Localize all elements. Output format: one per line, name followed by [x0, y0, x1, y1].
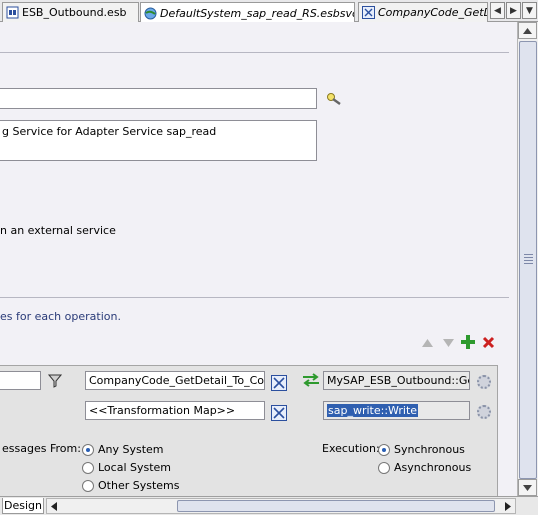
filter-expression-field[interactable] [0, 371, 41, 390]
other-systems-label: Other Systems [98, 479, 180, 492]
description-field[interactable]: g Service for Adapter Service sap_read [0, 120, 317, 161]
chevron-up-icon [523, 27, 532, 34]
tab-scroll-right-button[interactable]: ▶ [506, 2, 521, 19]
other-systems-radio[interactable] [82, 480, 94, 492]
execution-label: Execution: [322, 442, 380, 455]
tab-default-system-routing[interactable]: DefaultSystem_sap_read_RS.esbsvc [140, 2, 355, 23]
chevron-right-icon [505, 501, 511, 511]
chevron-down-icon [523, 484, 532, 491]
editor-tab-bar: ESB_Outbound.esb DefaultSystem_sap_read_… [0, 0, 538, 23]
scroll-left-button[interactable] [47, 499, 61, 513]
transformation-map-icon [362, 6, 375, 19]
operations-hint-text: es for each operation. [0, 310, 121, 323]
transformation-map-value: CompanyCode_GetDetail_To_Compa [89, 374, 264, 387]
transformation-map-placeholder: <<Transformation Map>> [89, 404, 236, 417]
tab-label: DefaultSystem_sap_read_RS.esbsvc [160, 6, 355, 20]
vertical-scrollbar[interactable] [517, 22, 538, 496]
tab-design[interactable]: Design [2, 498, 44, 514]
chevron-left-icon [51, 501, 57, 511]
chevron-down-icon: ▼ [526, 5, 533, 16]
external-service-label: n an external service [0, 224, 116, 237]
gear-icon[interactable] [477, 405, 491, 419]
tab-esb-outbound[interactable]: ESB_Outbound.esb [2, 2, 139, 22]
transformation-map-select-field[interactable]: <<Transformation Map>> [85, 401, 265, 420]
asynchronous-radio[interactable] [378, 462, 390, 474]
synchronous-label: Synchronous [394, 443, 465, 456]
filter-icon[interactable] [48, 374, 62, 388]
transformation-icon[interactable] [271, 405, 287, 421]
horizontal-scrollbar[interactable] [46, 498, 516, 514]
design-tab-label: Design [4, 499, 42, 512]
tab-label: CompanyCode_GetDe [378, 6, 488, 19]
local-system-radio[interactable] [82, 462, 94, 474]
scroll-up-button[interactable] [518, 22, 537, 39]
esb-file-icon [6, 6, 19, 19]
horizontal-scroll-thumb[interactable] [177, 500, 495, 512]
delete-rule-icon[interactable] [482, 336, 495, 349]
flashlight-browse-icon[interactable] [326, 92, 342, 106]
tab-list-menu-button[interactable]: ▼ [522, 2, 537, 19]
routing-rule-panel: CompanyCode_GetDetail_To_Compa MySAP_ESB… [0, 365, 498, 496]
routing-service-icon [144, 7, 157, 19]
move-up-icon[interactable] [421, 338, 434, 348]
add-rule-icon[interactable] [461, 335, 475, 349]
gear-icon[interactable] [477, 375, 491, 389]
section-divider [0, 52, 509, 53]
tab-company-code-transformation[interactable]: CompanyCode_GetDe [358, 2, 488, 22]
service-name-field[interactable] [0, 88, 317, 109]
editor-bottom-bar: Design [0, 496, 538, 515]
target-operation-value: sap_write::Write [327, 404, 419, 417]
any-system-label: Any System [98, 443, 164, 456]
chevron-left-icon: ◀ [494, 5, 501, 16]
chevron-right-icon: ▶ [510, 5, 517, 16]
section-divider [0, 297, 509, 298]
target-service-value: MySAP_ESB_Outbound::GetD [327, 374, 469, 387]
local-system-label: Local System [98, 461, 172, 474]
scroll-thumb[interactable] [519, 41, 537, 479]
synchronous-radio[interactable] [378, 444, 390, 456]
asynchronous-label: Asynchronous [394, 461, 472, 474]
transformation-map-field[interactable]: CompanyCode_GetDetail_To_Compa [85, 371, 265, 390]
tab-scroll-left-button[interactable]: ◀ [490, 2, 505, 19]
target-operation-field[interactable]: sap_write::Write [323, 401, 470, 420]
accept-messages-label: essages From: [2, 442, 81, 455]
grip-icon [524, 254, 533, 264]
transformation-icon[interactable] [271, 375, 287, 391]
target-service-field[interactable]: MySAP_ESB_Outbound::GetD [323, 371, 470, 390]
any-system-radio[interactable] [82, 444, 94, 456]
description-text: g Service for Adapter Service sap_read [2, 125, 217, 138]
move-down-icon[interactable] [442, 338, 455, 348]
scroll-down-button[interactable] [518, 479, 537, 496]
swap-arrows-icon[interactable] [302, 373, 320, 387]
scroll-right-button[interactable] [501, 499, 515, 513]
tab-label: ESB_Outbound.esb [22, 6, 127, 19]
